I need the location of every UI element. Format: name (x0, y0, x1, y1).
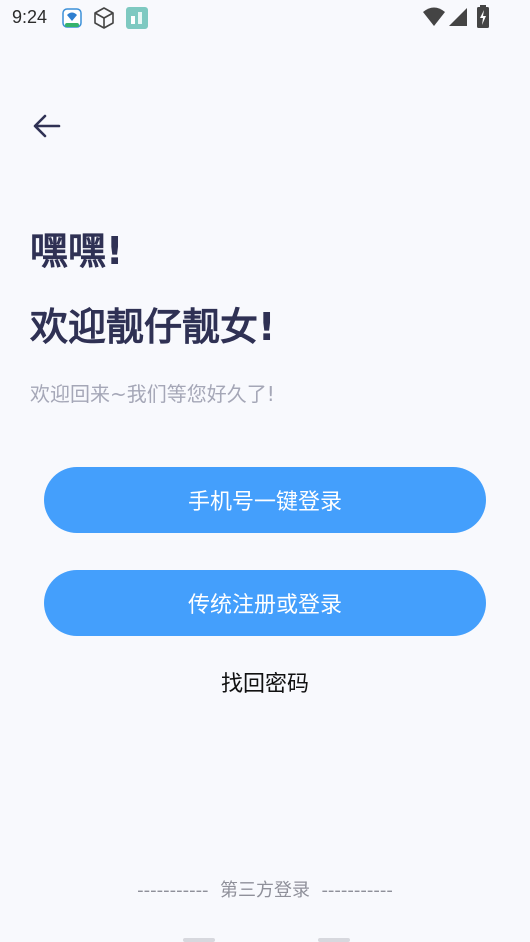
greeting-title: 嘿嘿! (30, 229, 124, 273)
welcome-subtitle: 欢迎回来~我们等您好久了! (30, 382, 275, 406)
forgot-password-link[interactable]: 找回密码 (0, 666, 530, 698)
gesture-indicator-left (183, 938, 215, 942)
phone-login-label: 手机号一键登录 (187, 490, 342, 515)
signal-icon (448, 7, 468, 31)
app-notification-icon (60, 6, 84, 34)
package-icon (92, 6, 116, 34)
login-screen: 9:24 嘿嘿! 欢迎靓仔靓女! 欢迎回来~我们等您好久了! 手机号一键登录 传… (0, 0, 530, 942)
back-button[interactable] (28, 108, 66, 146)
gesture-indicator-right (318, 938, 350, 942)
arrow-left-icon (33, 114, 61, 138)
register-login-label: 传统注册或登录 (187, 593, 342, 618)
register-login-button[interactable]: 传统注册或登录 (44, 570, 486, 636)
status-bar: 9:24 (0, 0, 530, 36)
status-time: 9:24 (12, 7, 48, 27)
welcome-title: 欢迎靓仔靓女! (30, 305, 276, 349)
battery-charging-icon (476, 5, 490, 33)
app-store-icon (125, 6, 149, 34)
third-party-login-label: ----------- 第三方登录 ----------- (137, 880, 393, 901)
wifi-icon (423, 7, 445, 31)
phone-login-button[interactable]: 手机号一键登录 (44, 467, 486, 533)
